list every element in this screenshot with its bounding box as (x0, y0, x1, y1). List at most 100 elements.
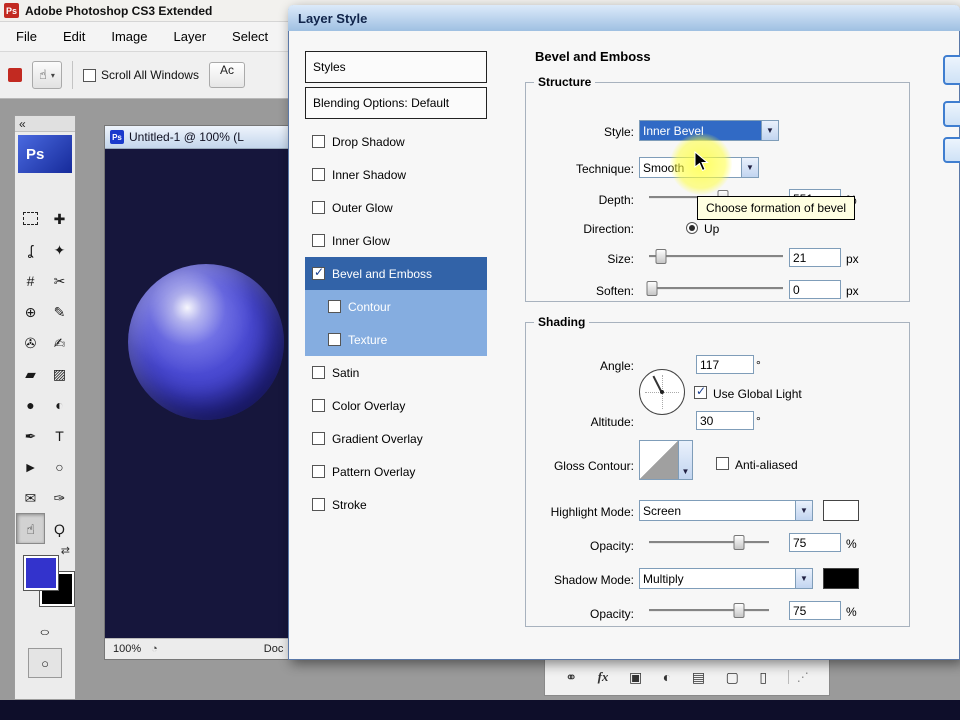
lasso-tool[interactable]: ʆ (16, 234, 45, 265)
checkbox[interactable] (312, 498, 325, 511)
magic-wand-tool[interactable]: ✦ (45, 234, 74, 265)
foreground-color-swatch[interactable] (23, 555, 59, 591)
eraser-tool[interactable]: ▰ (16, 358, 45, 389)
adjustment-layer-icon[interactable]: ◐ (663, 669, 671, 685)
checkbox[interactable] (312, 399, 325, 412)
style-item-texture[interactable]: Texture (305, 323, 487, 356)
collapse-arrows-icon[interactable]: « (19, 118, 26, 130)
pen-tool[interactable]: ✒ (16, 420, 45, 451)
tool-preset-icon[interactable] (8, 68, 22, 82)
hand-tool-preset-button[interactable]: ☝ ▾ (32, 61, 62, 89)
menu-image[interactable]: Image (111, 29, 147, 44)
style-item-bevel-and-emboss[interactable]: Bevel and Emboss (305, 257, 487, 290)
soften-input[interactable] (789, 280, 841, 299)
menu-select[interactable]: Select (232, 29, 268, 44)
zoom-level[interactable]: 100% (113, 643, 141, 655)
size-input[interactable] (789, 248, 841, 267)
style-item-inner-shadow[interactable]: Inner Shadow (305, 158, 487, 191)
quick-mask-button[interactable]: ○ (28, 624, 62, 640)
gloss-contour-dropdown-button[interactable]: ▼ (679, 440, 693, 480)
style-item-inner-glow[interactable]: Inner Glow (305, 224, 487, 257)
style-item-pattern-overlay[interactable]: Pattern Overlay (305, 455, 487, 488)
type-tool[interactable]: T (45, 420, 74, 451)
highlight-opacity-handle[interactable] (733, 535, 745, 550)
shadow-opacity-input[interactable] (789, 601, 841, 620)
chevron-down-icon[interactable]: ▼ (761, 121, 778, 140)
ok-button-clipped[interactable] (943, 55, 960, 85)
shadow-mode-dropdown[interactable]: Multiply ▼ (639, 568, 813, 589)
soften-slider-handle[interactable] (646, 281, 658, 296)
dialog-titlebar[interactable]: Layer Style (288, 5, 960, 31)
checkbox[interactable] (312, 432, 325, 445)
checkbox[interactable] (312, 465, 325, 478)
checkbox[interactable] (328, 300, 341, 313)
gloss-contour-swatch[interactable] (639, 440, 679, 480)
scroll-all-windows-option[interactable]: Scroll All Windows (82, 68, 199, 82)
checkbox[interactable] (312, 234, 325, 247)
brush-tool[interactable]: ✎ (45, 296, 74, 327)
checkbox[interactable] (312, 168, 325, 181)
gradient-tool[interactable]: ▨ (45, 358, 74, 389)
blur-tool[interactable]: ● (16, 389, 45, 420)
shadow-opacity-handle[interactable] (733, 603, 745, 618)
chevron-down-icon[interactable]: ▼ (795, 569, 812, 588)
clone-stamp-tool[interactable]: ✇ (16, 327, 45, 358)
size-slider-handle[interactable] (655, 249, 667, 264)
checkbox[interactable] (312, 366, 325, 379)
eyedropper-tool[interactable]: ✑ (45, 482, 74, 513)
style-item-color-overlay[interactable]: Color Overlay (305, 389, 487, 422)
checkbox[interactable] (312, 135, 325, 148)
hand-tool[interactable]: ☝ (16, 513, 45, 544)
cancel-button-clipped[interactable] (943, 101, 960, 127)
style-item-satin[interactable]: Satin (305, 356, 487, 389)
layer-mask-icon[interactable]: ▣ (629, 669, 642, 686)
scroll-all-windows-checkbox[interactable] (82, 68, 96, 82)
slice-tool[interactable]: ✂ (45, 265, 74, 296)
style-item-contour[interactable]: Contour (305, 290, 487, 323)
move-tool[interactable]: ✚ (45, 203, 74, 234)
angle-dial[interactable] (639, 369, 685, 415)
size-slider[interactable] (649, 249, 783, 264)
notes-tool[interactable]: ✉ (16, 482, 45, 513)
new-layer-icon[interactable]: ▢ (726, 669, 739, 686)
highlight-mode-dropdown[interactable]: Screen ▼ (639, 500, 813, 521)
delete-layer-icon[interactable]: ▯ (759, 669, 767, 686)
style-item-gradient-overlay[interactable]: Gradient Overlay (305, 422, 487, 455)
dodge-tool[interactable]: ◐ (45, 389, 74, 420)
new-style-button-clipped[interactable] (943, 137, 960, 163)
checkbox[interactable] (328, 333, 341, 346)
anti-aliased-checkbox[interactable] (716, 457, 729, 470)
path-selection-tool[interactable]: ► (16, 451, 45, 482)
style-item-stroke[interactable]: Stroke (305, 488, 487, 521)
styles-header-box[interactable]: Styles (305, 51, 487, 83)
link-layers-icon[interactable]: ⚭ (565, 669, 577, 686)
healing-brush-tool[interactable]: ⊕ (16, 296, 45, 327)
swap-colors-icon[interactable]: ⇄ (61, 544, 70, 557)
rectangular-marquee-tool[interactable] (16, 203, 45, 234)
highlight-color-swatch[interactable] (823, 500, 859, 521)
soften-slider[interactable] (646, 281, 783, 296)
menu-layer[interactable]: Layer (174, 29, 207, 44)
checkbox[interactable] (312, 201, 325, 214)
style-item-outer-glow[interactable]: Outer Glow (305, 191, 487, 224)
ellipse-tool[interactable]: ○ (45, 451, 74, 482)
highlight-opacity-input[interactable] (789, 533, 841, 552)
direction-up-radio[interactable] (686, 222, 698, 234)
layer-style-fx-icon[interactable]: fx (598, 669, 609, 685)
layer-group-icon[interactable]: ▤ (692, 669, 705, 686)
checkbox[interactable] (312, 265, 325, 280)
angle-input[interactable] (696, 355, 754, 374)
style-item-drop-shadow[interactable]: Drop Shadow (305, 125, 487, 158)
altitude-input[interactable] (696, 411, 754, 430)
shadow-color-swatch[interactable] (823, 568, 859, 589)
actual-pixels-button[interactable]: Ac (208, 62, 245, 88)
highlight-opacity-slider[interactable] (649, 535, 769, 550)
use-global-light-checkbox[interactable] (694, 384, 707, 399)
shadow-opacity-slider[interactable] (649, 603, 769, 618)
chevron-down-icon[interactable]: ▼ (741, 158, 758, 177)
screen-mode-button[interactable]: ○ (28, 648, 62, 678)
history-brush-tool[interactable]: ✍ (45, 327, 74, 358)
menu-file[interactable]: File (16, 29, 37, 44)
strip-grip-icon[interactable]: ⋰ (787, 670, 809, 684)
chevron-down-icon[interactable]: ▼ (795, 501, 812, 520)
